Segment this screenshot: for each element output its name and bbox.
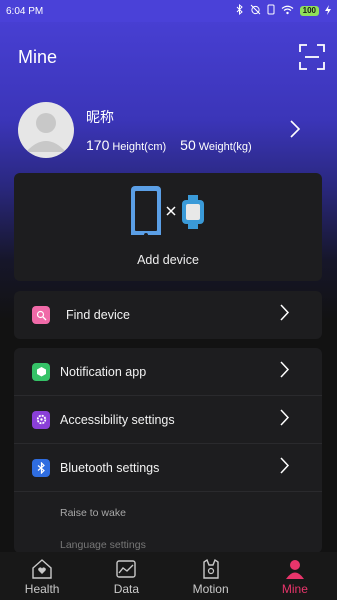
bottom-nav: Health Data Motion Mine [0,552,337,600]
chevron-right-icon [279,360,290,383]
status-time: 6:04 PM [6,5,44,17]
raise-to-wake-row[interactable]: Raise to wake [14,492,322,534]
bluetooth-icon [32,458,50,477]
header: Mine [18,44,325,70]
chevron-right-icon [279,408,290,431]
phone-watch-illustration-icon [131,186,204,235]
chevron-right-icon [279,456,290,479]
sim-icon [267,4,275,18]
chevron-right-icon [279,304,290,326]
battery-indicator: 100 [299,6,319,16]
body-metrics: 170 Height(cm) 50 Weight(kg) [86,137,252,153]
sports-vest-icon [202,558,219,579]
avatar[interactable] [18,102,74,158]
nav-mine-label: Mine [281,582,308,596]
accessibility-settings-icon [32,410,50,429]
nav-data[interactable]: Data [91,558,161,596]
nickname: 昵称 [86,109,114,125]
nav-motion-label: Motion [192,582,229,596]
height-value: 170 [86,137,110,153]
add-device-card[interactable]: Add device [14,173,322,281]
height-unit: Height(cm) [112,141,167,153]
language-settings-label: Language settings [60,539,146,551]
notification-app-row[interactable]: Notification app [14,348,322,396]
nav-mine[interactable]: Mine [260,558,330,596]
raise-to-wake-label: Raise to wake [60,507,126,519]
accessibility-settings-row[interactable]: Accessibility settings [14,396,322,444]
notification-app-icon [32,362,50,381]
nav-health[interactable]: Health [7,558,77,596]
charging-icon [325,4,331,18]
wifi-icon [281,5,294,18]
scan-button[interactable] [299,44,325,70]
default-avatar-icon [26,113,66,152]
scan-icon [299,44,325,70]
find-device-row[interactable]: Find device [14,291,322,339]
find-device-label: Find device [66,308,130,322]
nav-health-label: Health [24,582,60,596]
bluetooth-status-icon [236,3,244,18]
home-heart-icon [32,559,52,579]
notification-app-label: Notification app [60,364,147,379]
add-device-label: Add device [137,253,199,267]
page-title: Mine [18,46,58,67]
weight-value: 50 [180,137,196,153]
weight-unit: Weight(kg) [198,141,252,153]
accessibility-settings-label: Accessibility settings [60,412,175,427]
person-icon [285,560,304,579]
profile-info: 昵称 170 Height(cm) 50 Weight(kg) [86,107,252,153]
alarm-muted-icon [250,4,261,18]
chevron-right-icon [289,120,301,143]
find-device-icon [32,306,50,324]
settings-list: Notification app Accessibility settings … [14,348,322,553]
bluetooth-settings-row[interactable]: Bluetooth settings [14,444,322,492]
profile-section[interactable]: 昵称 170 Height(cm) 50 Weight(kg) [18,102,301,158]
data-chart-icon [116,560,137,578]
bluetooth-settings-label: Bluetooth settings [60,460,160,475]
status-icons: 100 [236,3,331,18]
nav-data-label: Data [113,582,140,596]
status-bar: 6:04 PM 100 [0,0,337,22]
nav-motion[interactable]: Motion [176,558,246,596]
